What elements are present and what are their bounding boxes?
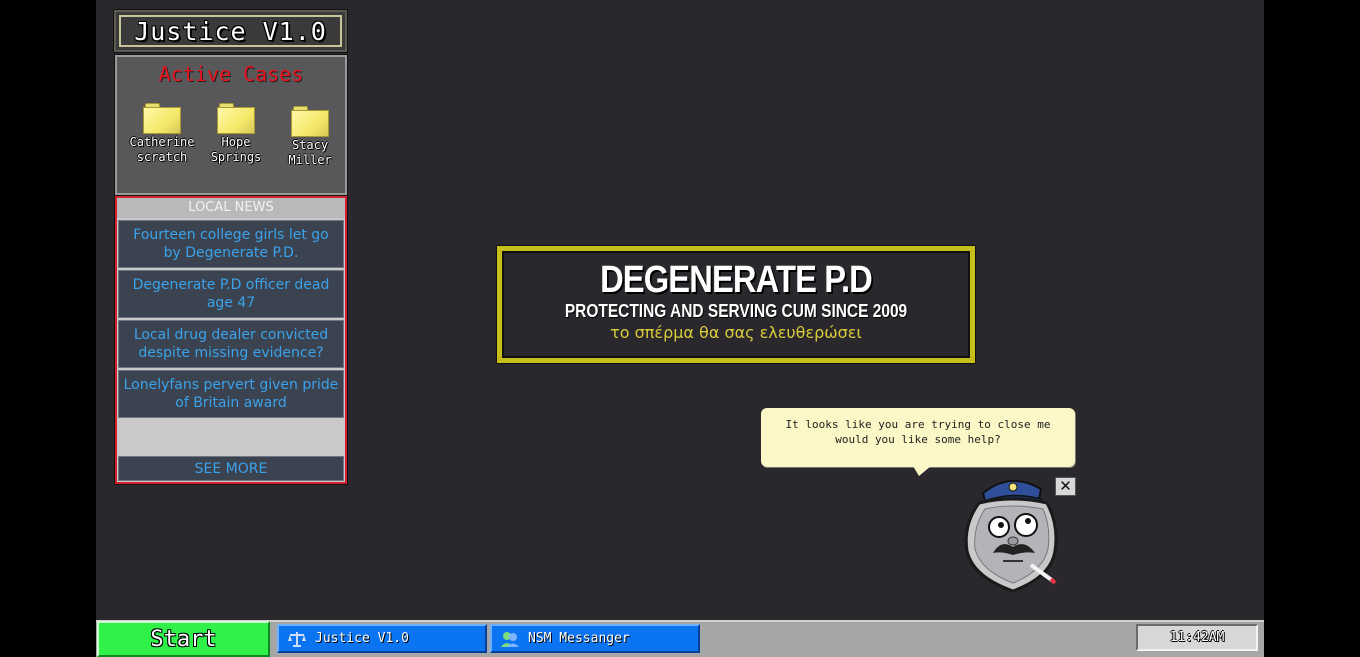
- local-news-header: LOCAL NEWS: [117, 198, 345, 218]
- active-cases-title: Active Cases: [158, 62, 304, 86]
- folder-icon: [143, 103, 181, 134]
- taskbar-item-label: NSM Messanger: [528, 631, 630, 646]
- news-item[interactable]: Local drug dealer convicted despite miss…: [118, 320, 344, 368]
- start-button[interactable]: Start: [97, 621, 270, 657]
- active-cases-panel: Active Cases Catherine scratch Hope Spri…: [114, 54, 348, 196]
- taskbar-item-justice[interactable]: Justice V1.0: [277, 624, 487, 653]
- case-label: Catherine scratch: [129, 135, 195, 164]
- messenger-users-icon: [500, 630, 520, 648]
- speech-bubble-tail: [913, 466, 931, 476]
- close-assistant-button[interactable]: ✕: [1055, 477, 1076, 496]
- case-folder-hope-springs[interactable]: Hope Springs: [199, 103, 273, 165]
- app-title: Justice V1.0: [113, 9, 348, 53]
- scales-icon: [287, 630, 307, 648]
- news-item[interactable]: Fourteen college girls let go by Degener…: [118, 220, 344, 268]
- case-label: Hope Springs: [210, 135, 262, 164]
- case-folder-catherine-scratch[interactable]: Catherine scratch: [125, 103, 199, 165]
- banner-inner: DEGENERATE P.D PROTECTING AND SERVING CU…: [502, 251, 970, 358]
- folder-icon: [291, 106, 329, 137]
- see-more-button[interactable]: SEE MORE: [118, 456, 344, 481]
- app-title-text: Justice V1.0: [134, 16, 327, 46]
- banner-subtitle: PROTECTING AND SERVING CUM SINCE 2009: [564, 301, 908, 321]
- news-item[interactable]: Degenerate P.D officer dead age 47: [118, 270, 344, 318]
- degenerate-pd-banner: DEGENERATE P.D PROTECTING AND SERVING CU…: [497, 246, 975, 363]
- case-folder-stacy-miller[interactable]: Stacy Miller: [273, 106, 347, 168]
- local-news-panel: LOCAL NEWS Fourteen college girls let go…: [114, 195, 348, 485]
- folder-icon: [217, 103, 255, 134]
- banner-motto: το σπέρμα θα σας ελευθερώσει: [610, 323, 862, 342]
- news-item[interactable]: Lonelyfans pervert given pride of Britai…: [118, 370, 344, 418]
- banner-title: DEGENERATE P.D: [600, 259, 873, 301]
- case-label: Stacy Miller: [288, 138, 332, 167]
- assistant-speech-bubble: It looks like you are trying to close me…: [761, 408, 1075, 467]
- taskbar-item-label: Justice V1.0: [315, 631, 409, 646]
- police-badge-mascot[interactable]: [955, 473, 1067, 595]
- taskbar-clock: 11:42AM: [1136, 624, 1258, 651]
- taskbar-item-nsm-messanger[interactable]: NSM Messanger: [490, 624, 700, 653]
